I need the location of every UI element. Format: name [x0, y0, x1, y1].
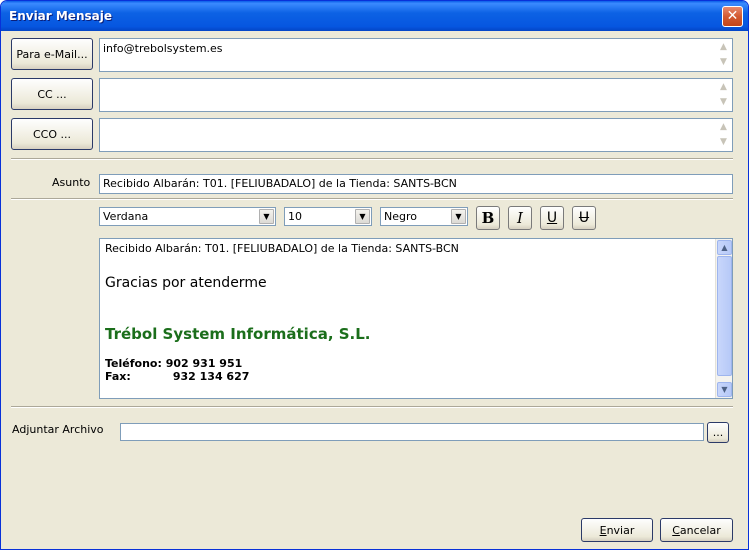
- body-scrollbar[interactable]: ▲ ▼: [715, 239, 732, 398]
- body-greeting: Gracias por atenderme: [105, 275, 267, 291]
- font-value: Verdana: [103, 210, 149, 223]
- separator: [11, 198, 733, 200]
- strikethrough-button[interactable]: U: [572, 206, 596, 230]
- chevron-down-icon[interactable]: ▼: [355, 209, 370, 224]
- scroll-up-icon[interactable]: ▲: [717, 240, 732, 255]
- phone-label: Teléfono:: [105, 357, 162, 370]
- bcc-field-scrollbar[interactable]: ▲ ▼: [716, 120, 731, 150]
- cancel-label: ancelar: [679, 523, 721, 537]
- scroll-down-icon[interactable]: ▼: [716, 55, 731, 70]
- company-name: Trébol System Informática, S.L.: [105, 325, 371, 343]
- font-size-select[interactable]: 10 ▼: [284, 207, 372, 226]
- to-field[interactable]: info@trebolsystem.es ▲ ▼: [99, 38, 733, 72]
- font-color-select[interactable]: Negro ▼: [380, 207, 468, 226]
- chevron-down-icon[interactable]: ▼: [451, 209, 466, 224]
- body-line: Recibido Albarán: T01. [FELIUBADALO] de …: [105, 242, 459, 255]
- to-email-button[interactable]: Para e-Mail...: [11, 38, 93, 70]
- browse-button[interactable]: ...: [707, 422, 729, 443]
- title-bar[interactable]: Enviar Mensaje ✕: [1, 1, 748, 31]
- fax-line: Fax: 932 134 627: [105, 370, 712, 383]
- font-size-value: 10: [288, 210, 302, 223]
- scroll-up-icon[interactable]: ▲: [716, 120, 731, 135]
- underline-button[interactable]: U: [540, 206, 564, 230]
- phone-value: 902 931 951: [165, 357, 243, 370]
- attachment-input[interactable]: [120, 423, 704, 441]
- scroll-down-icon[interactable]: ▼: [716, 135, 731, 150]
- separator: [11, 406, 733, 408]
- cc-field-scrollbar[interactable]: ▲ ▼: [716, 80, 731, 110]
- fax-value: 932 134 627: [172, 370, 250, 383]
- close-icon[interactable]: ✕: [722, 6, 743, 27]
- scroll-up-icon[interactable]: ▲: [716, 40, 731, 55]
- subject-label: Asunto: [52, 176, 91, 189]
- scroll-down-icon[interactable]: ▼: [717, 382, 732, 397]
- message-body-editor[interactable]: Recibido Albarán: T01. [FELIUBADALO] de …: [99, 238, 733, 399]
- phone-line: Teléfono: 902 931 951: [105, 357, 712, 370]
- attachment-label: Adjuntar Archivo: [12, 423, 104, 436]
- window-title: Enviar Mensaje: [9, 9, 112, 23]
- subject-input[interactable]: Recibido Albarán: T01. [FELIUBADALO] de …: [99, 174, 733, 194]
- send-accel: E: [599, 523, 607, 537]
- separator: [11, 158, 733, 160]
- font-color-value: Negro: [384, 210, 417, 223]
- bcc-button[interactable]: CCO ...: [11, 118, 93, 150]
- cancel-accel: C: [672, 523, 680, 537]
- italic-button[interactable]: I: [508, 206, 532, 230]
- scrollbar-thumb[interactable]: [717, 256, 732, 376]
- cc-field[interactable]: ▲ ▼: [99, 78, 733, 112]
- fax-label: Fax:: [105, 370, 131, 383]
- font-select[interactable]: Verdana ▼: [99, 207, 276, 226]
- bcc-field[interactable]: ▲ ▼: [99, 118, 733, 152]
- send-message-dialog: Enviar Mensaje ✕ Para e-Mail... info@tre…: [0, 0, 749, 550]
- to-value: info@trebolsystem.es: [103, 42, 223, 55]
- cancel-button[interactable]: Cancelar: [660, 518, 733, 542]
- chevron-down-icon[interactable]: ▼: [259, 209, 274, 224]
- scroll-down-icon[interactable]: ▼: [716, 95, 731, 110]
- scroll-up-icon[interactable]: ▲: [716, 80, 731, 95]
- to-field-scrollbar[interactable]: ▲ ▼: [716, 40, 731, 70]
- send-button[interactable]: Enviar: [581, 518, 653, 542]
- send-label: nviar: [606, 523, 635, 537]
- cc-button[interactable]: CC ...: [11, 78, 93, 110]
- bold-button[interactable]: B: [476, 206, 500, 230]
